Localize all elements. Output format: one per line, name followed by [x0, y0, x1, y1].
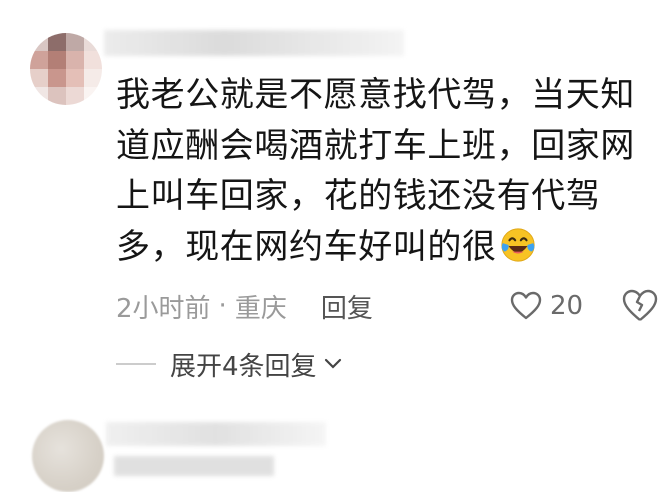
chevron-down-icon: [324, 358, 341, 369]
expand-replies-button[interactable]: 展开4条回复: [116, 344, 343, 384]
comment-location: 重庆: [234, 293, 287, 324]
heart-icon: [510, 291, 542, 320]
broken-heart-icon[interactable]: [622, 289, 658, 323]
comment-text-block: 我老公就是不愿意找代驾，当天知道应酬会喝酒就打车上班，回家网上叫车回家，花的钱还…: [116, 70, 652, 272]
reply-button[interactable]: 回复: [321, 288, 373, 325]
meta-separator: ·: [218, 291, 227, 321]
avatar[interactable]: [30, 33, 102, 105]
comment-2-text-cropped: [114, 456, 274, 476]
like-button[interactable]: 20: [510, 286, 583, 326]
divider-line: [116, 363, 156, 365]
like-count: 20: [550, 291, 584, 321]
comment-time: 2小时前: [116, 293, 211, 324]
username-blurred[interactable]: [104, 30, 404, 56]
expand-replies-label: 展开4条回复: [170, 351, 317, 382]
avatar-2[interactable]: [32, 420, 104, 492]
username-2-blurred[interactable]: [106, 422, 326, 446]
comment-text: 我老公就是不愿意找代驾，当天知道应酬会喝酒就打车上班，回家网上叫车回家，花的钱还…: [116, 75, 635, 267]
laughing-crying-emoji-icon: [500, 227, 535, 262]
